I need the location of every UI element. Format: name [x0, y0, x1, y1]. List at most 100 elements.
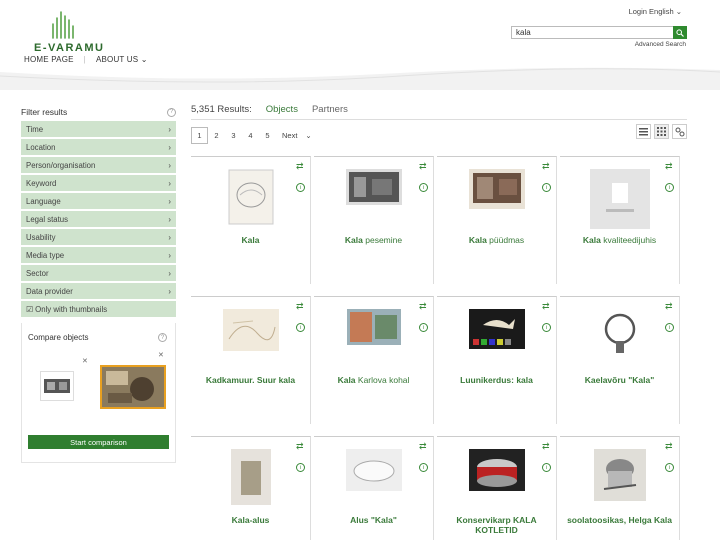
compare-icon[interactable]: ⇄ — [296, 441, 305, 451]
results-main: 5,351 Results: Objects Partners 1 2 3 4 … — [191, 100, 687, 540]
result-thumbnail[interactable] — [468, 309, 525, 351]
search-icon — [676, 28, 684, 37]
license-icon[interactable]: i — [296, 463, 305, 472]
filter-item[interactable]: Time › — [21, 121, 176, 137]
compare-icon[interactable]: ⇄ — [296, 301, 305, 311]
result-thumbnail[interactable] — [228, 169, 274, 227]
result-card[interactable]: Kala kvaliteedijuhis ⇄ i — [560, 156, 680, 284]
result-thumbnail[interactable] — [345, 449, 402, 493]
result-card[interactable]: Konservikarp KALA KOTLETID ⇄ i — [437, 436, 557, 540]
compare-icon[interactable]: ⇄ — [665, 161, 674, 171]
compare-icon[interactable]: ⇄ — [665, 301, 674, 311]
result-card[interactable]: Kala Karlova kohal ⇄ i — [314, 296, 434, 424]
result-thumbnail[interactable] — [468, 449, 525, 493]
result-title[interactable]: Kala kvaliteedijuhis — [564, 235, 675, 245]
result-title[interactable]: Konservikarp KALA KOTLETID — [441, 515, 552, 535]
logo[interactable]: E-VARAMU — [30, 8, 103, 54]
result-card[interactable]: Kaelavõru "Kala" ⇄ i — [560, 296, 680, 424]
license-icon[interactable]: i — [665, 323, 674, 332]
filter-item[interactable]: Media type › — [21, 247, 176, 263]
filter-item[interactable]: Person/organisation › — [21, 157, 176, 173]
network-view-icon[interactable] — [672, 124, 687, 139]
result-thumbnail[interactable] — [230, 449, 271, 507]
search-button[interactable] — [673, 26, 687, 39]
license-icon[interactable]: i — [542, 323, 551, 332]
result-card[interactable]: Alus "Kala" ⇄ i — [314, 436, 434, 540]
page-4[interactable]: 4 — [242, 127, 259, 144]
result-card[interactable]: Kala ⇄ i — [191, 156, 311, 284]
filter-item[interactable]: Data provider › — [21, 283, 176, 299]
close-icon[interactable]: ✕ — [82, 357, 88, 365]
license-icon[interactable]: i — [665, 463, 674, 472]
result-thumbnail[interactable] — [468, 169, 525, 211]
result-title[interactable]: Luunikerdus: kala — [441, 375, 552, 385]
chevron-down-icon[interactable]: ⌄ — [305, 131, 311, 140]
page-5[interactable]: 5 — [259, 127, 276, 144]
result-thumbnail[interactable] — [346, 309, 401, 347]
result-title[interactable]: Alus "Kala" — [318, 515, 429, 525]
compare-icon[interactable]: ⇄ — [419, 441, 428, 451]
login-language[interactable]: Login English ⌄ — [629, 7, 682, 16]
compare-icon[interactable]: ⇄ — [542, 441, 551, 451]
tab-partners[interactable]: Partners — [312, 104, 348, 115]
license-icon[interactable]: i — [665, 183, 674, 192]
result-card[interactable]: Kala-alus ⇄ i — [191, 436, 311, 540]
next-page[interactable]: Next — [282, 131, 297, 140]
help-icon[interactable]: ? — [167, 107, 176, 117]
page-3[interactable]: 3 — [225, 127, 242, 144]
filter-item[interactable]: Language › — [21, 193, 176, 209]
filter-item[interactable]: Sector › — [21, 265, 176, 281]
result-thumbnail[interactable] — [589, 169, 650, 231]
result-card[interactable]: soolatoosikas, Helga Kala ⇄ i — [560, 436, 680, 540]
logo-text: E-VARAMU — [34, 42, 105, 54]
result-title[interactable]: Kadkamuur. Suur kala — [195, 375, 306, 385]
filter-item[interactable]: Usability › — [21, 229, 176, 245]
result-title[interactable]: Kaelavõru "Kala" — [564, 375, 675, 385]
compare-icon[interactable]: ⇄ — [419, 301, 428, 311]
result-thumbnail[interactable] — [222, 309, 279, 353]
license-icon[interactable]: i — [419, 463, 428, 472]
result-card[interactable]: Kala püüdmas ⇄ i — [437, 156, 557, 284]
result-title[interactable]: Kala püüdmas — [441, 235, 552, 245]
compare-icon[interactable]: ⇄ — [542, 161, 551, 171]
result-title[interactable]: Kala-alus — [195, 515, 306, 525]
license-icon[interactable]: i — [419, 183, 428, 192]
list-view-icon[interactable] — [636, 124, 651, 139]
help-icon[interactable]: ? — [158, 333, 167, 342]
result-title[interactable]: Kala Karlova kohal — [318, 375, 429, 385]
result-thumbnail[interactable] — [593, 449, 646, 503]
advanced-search-link[interactable]: Advanced Search — [635, 41, 686, 48]
result-thumbnail[interactable] — [345, 169, 402, 207]
close-icon[interactable]: ✕ — [158, 351, 164, 359]
start-comparison-button[interactable]: Start comparison — [28, 435, 169, 449]
license-icon[interactable]: i — [296, 323, 305, 332]
result-thumbnail[interactable] — [595, 309, 644, 365]
filter-item[interactable]: Location › — [21, 139, 176, 155]
compare-icon[interactable]: ⇄ — [665, 441, 674, 451]
filter-label: Time — [26, 124, 44, 134]
license-icon[interactable]: i — [296, 183, 305, 192]
filter-item[interactable]: Keyword › — [21, 175, 176, 191]
tab-objects[interactable]: Objects — [266, 104, 298, 115]
compare-icon[interactable]: ⇄ — [542, 301, 551, 311]
card-actions: ⇄ i — [296, 441, 305, 472]
license-icon[interactable]: i — [542, 463, 551, 472]
compare-thumbnail[interactable] — [40, 371, 74, 401]
result-title[interactable]: soolatoosikas, Helga Kala — [564, 515, 675, 525]
result-title[interactable]: Kala peseminе — [318, 235, 429, 245]
result-card[interactable]: Kadkamuur. Suur kala ⇄ i — [191, 296, 311, 424]
compare-icon[interactable]: ⇄ — [419, 161, 428, 171]
license-icon[interactable]: i — [542, 183, 551, 192]
search-input[interactable] — [512, 27, 672, 38]
license-icon[interactable]: i — [419, 323, 428, 332]
compare-thumbnail[interactable] — [100, 365, 166, 409]
result-title[interactable]: Kala — [195, 235, 306, 245]
result-card[interactable]: Luunikerdus: kala ⇄ i — [437, 296, 557, 424]
grid-view-icon[interactable] — [654, 124, 669, 139]
page-1[interactable]: 1 — [191, 126, 208, 144]
result-card[interactable]: Kala peseminе ⇄ i — [314, 156, 434, 284]
page-2[interactable]: 2 — [208, 127, 225, 144]
compare-icon[interactable]: ⇄ — [296, 161, 305, 171]
thumbnails-checkbox[interactable]: ☑ Only with thumbnails — [21, 301, 176, 317]
filter-item[interactable]: Legal status › — [21, 211, 176, 227]
